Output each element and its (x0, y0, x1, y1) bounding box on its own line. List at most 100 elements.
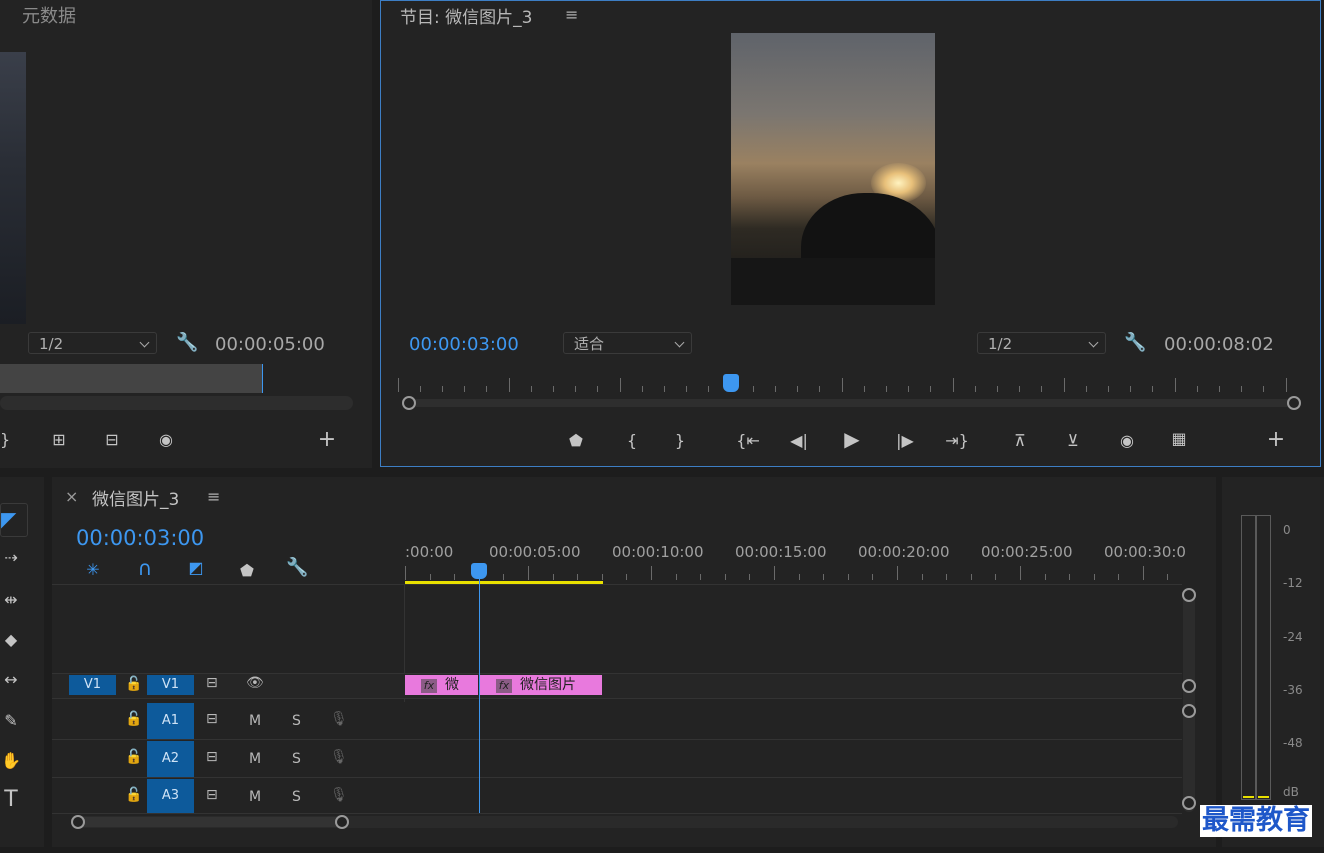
meter-scale-label: dB (1283, 785, 1299, 799)
program-zoom-handle-left[interactable] (402, 396, 416, 410)
type-tool-icon[interactable]: T (0, 789, 22, 811)
program-zoom-handle-right[interactable] (1287, 396, 1301, 410)
timeline-scroll-thumb[interactable] (77, 817, 345, 827)
lock-icon[interactable]: 🔓 (125, 676, 142, 692)
selection-tool-icon[interactable]: ◤ (0, 503, 28, 537)
program-ruler[interactable] (398, 378, 1288, 392)
ruler-label: :00:00 (405, 543, 454, 561)
scroll-handle-left[interactable] (71, 815, 85, 829)
source-scrollbar[interactable] (0, 396, 353, 410)
meter-scale-label: -48 (1283, 736, 1303, 750)
source-brace-icon[interactable]: } (0, 430, 10, 450)
ruler-label: 00:00:10:00 (612, 543, 704, 561)
comparison-view-icon[interactable]: ▦ (1164, 429, 1194, 449)
source-add-button-icon[interactable]: + (316, 429, 338, 451)
scroll-handle[interactable] (1182, 704, 1196, 718)
source-scale-dropdown[interactable]: 1/2 (28, 332, 157, 354)
timeline-playhead[interactable] (471, 563, 487, 579)
mute-button[interactable]: M (249, 789, 261, 805)
timeline-close-icon[interactable]: × (65, 487, 78, 506)
timeline-timecode[interactable]: 00:00:03:00 (76, 526, 204, 550)
sync-lock-icon[interactable]: ⊟ (206, 711, 218, 727)
lock-icon[interactable]: 🔓 (125, 787, 142, 803)
ruler-label: 00:00:20:00 (858, 543, 950, 561)
source-zoom-bar-end (262, 364, 263, 393)
source-insert-icon[interactable]: ⊞ (44, 430, 74, 450)
sync-lock-icon[interactable]: ⊟ (206, 675, 218, 691)
source-patch-v1[interactable]: V1 (69, 675, 116, 695)
scroll-handle[interactable] (1182, 588, 1196, 602)
watermark: 最需教育 (1200, 805, 1312, 837)
timeline-settings-wrench-icon[interactable]: 🔧 (286, 558, 308, 578)
solo-button[interactable]: S (292, 751, 301, 767)
step-forward-icon[interactable]: |▶ (894, 431, 916, 451)
timeline-tab-title[interactable]: 微信图片_3 (92, 485, 179, 510)
meter-scale-label: 0 (1283, 523, 1291, 537)
mark-out-icon[interactable]: } (672, 431, 688, 451)
lift-icon[interactable]: ⊼ (1005, 431, 1035, 451)
track-select-tool-icon[interactable]: ⇢ (0, 548, 22, 568)
timeline-ruler[interactable] (405, 566, 1182, 580)
microphone-icon[interactable]: 🎙 (330, 711, 348, 727)
program-add-button-icon[interactable]: + (1265, 429, 1287, 451)
source-settings-wrench-icon[interactable]: 🔧 (176, 333, 198, 353)
sync-lock-icon[interactable]: ⊟ (206, 787, 218, 803)
ripple-edit-tool-icon[interactable]: ⇹ (0, 590, 22, 610)
hand-tool-icon[interactable]: ✋ (0, 751, 22, 771)
linked-selection-icon[interactable]: ◩ (184, 558, 208, 578)
lock-icon[interactable]: 🔓 (125, 711, 142, 727)
meter-scale-label: -24 (1283, 630, 1303, 644)
snap-magnet-icon[interactable]: ∩ (134, 558, 156, 578)
video-clip[interactable]: fx 微 (405, 675, 478, 695)
eye-icon[interactable]: 👁 (246, 675, 264, 691)
timeline-divider (52, 584, 1182, 585)
scroll-handle[interactable] (1182, 796, 1196, 810)
scroll-handle-right[interactable] (335, 815, 349, 829)
source-zoom-bar[interactable] (0, 364, 262, 393)
lock-icon[interactable]: 🔓 (125, 749, 142, 765)
mute-button[interactable]: M (249, 751, 261, 767)
program-playhead-icon[interactable] (723, 374, 739, 392)
pen-tool-icon[interactable]: ✎ (0, 711, 22, 731)
timeline-menu-hamburger-icon[interactable]: ≡ (207, 487, 220, 506)
program-settings-wrench-icon[interactable]: 🔧 (1124, 333, 1146, 353)
hamburger-icon[interactable]: ≡ (565, 5, 578, 24)
meter-scale-label: -12 (1283, 576, 1303, 590)
source-overwrite-icon[interactable]: ⊟ (97, 430, 127, 450)
vertical-scroll-track[interactable] (1183, 590, 1195, 812)
program-current-timecode[interactable]: 00:00:03:00 (409, 334, 519, 355)
mute-button[interactable]: M (249, 713, 261, 729)
timeline-add-marker-icon[interactable]: ⬟ (238, 561, 256, 581)
mark-in-icon[interactable]: { (624, 431, 640, 451)
track-target-a3[interactable]: A3 (147, 779, 194, 813)
program-scale-dropdown[interactable]: 1/2 (977, 332, 1106, 354)
source-export-frame-icon[interactable]: ◉ (154, 430, 178, 450)
nest-toggle-icon[interactable]: ✳ (82, 560, 104, 580)
export-frame-camera-icon[interactable]: ◉ (1115, 431, 1139, 451)
add-marker-icon[interactable]: ⬟ (567, 431, 585, 451)
track-target-v1[interactable]: V1 (147, 675, 194, 695)
sync-lock-icon[interactable]: ⊟ (206, 749, 218, 765)
video-clip[interactable]: fx 微信图片 (480, 675, 602, 695)
program-panel-title[interactable]: 节目: 微信图片_3 (400, 3, 532, 28)
fit-dropdown[interactable]: 适合 (563, 332, 692, 354)
meter-peak-left (1243, 796, 1254, 798)
program-zoom-track[interactable] (405, 399, 1298, 407)
razor-tool-icon[interactable]: ◆ (0, 630, 22, 650)
go-to-out-icon[interactable]: ⇥} (944, 431, 970, 451)
solo-button[interactable]: S (292, 789, 301, 805)
meter-channel-left (1241, 515, 1256, 800)
track-target-a1[interactable]: A1 (147, 703, 194, 739)
solo-button[interactable]: S (292, 713, 301, 729)
slip-tool-icon[interactable]: ↔ (0, 670, 22, 690)
source-panel-title[interactable]: 元数据 (22, 2, 76, 28)
play-icon[interactable]: ▶ (841, 429, 863, 449)
scroll-handle[interactable] (1182, 679, 1196, 693)
track-target-a2[interactable]: A2 (147, 741, 194, 777)
source-preview (0, 52, 26, 324)
microphone-icon[interactable]: 🎙 (330, 749, 348, 765)
step-back-icon[interactable]: ◀| (788, 431, 810, 451)
microphone-icon[interactable]: 🎙 (330, 787, 348, 803)
extract-icon[interactable]: ⊻ (1058, 431, 1088, 451)
go-to-in-icon[interactable]: {⇤ (735, 431, 761, 451)
